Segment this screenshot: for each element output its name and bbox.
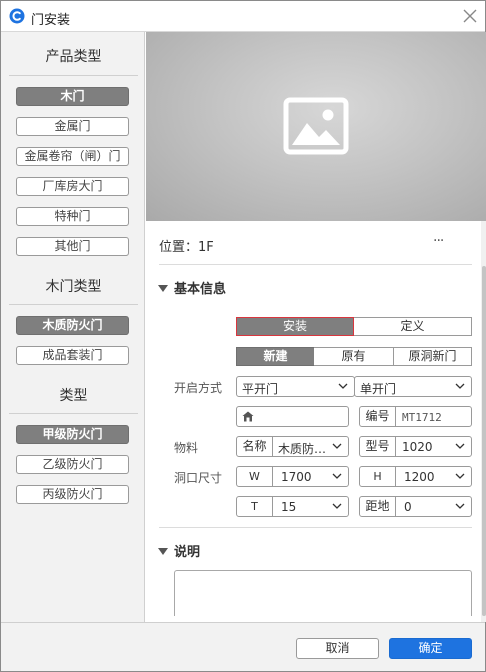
thickness-field[interactable]: T 15: [236, 496, 349, 517]
leaf-type-value: 单开门: [360, 382, 397, 396]
width-field[interactable]: W 1700: [236, 466, 349, 487]
code-field[interactable]: 编号 MT1712: [359, 406, 472, 427]
type-class-c[interactable]: 丙级防火门: [16, 485, 129, 504]
app-logo-icon: [9, 8, 25, 24]
product-type-warehouse-door[interactable]: 厂库房大门: [16, 177, 129, 196]
collapse-triangle-icon: [158, 285, 168, 292]
wood-type-kit-door[interactable]: 成品套装门: [16, 346, 129, 365]
description-header[interactable]: 说明: [158, 541, 200, 560]
divider: [159, 264, 472, 265]
open-type-value: 平开门: [242, 382, 279, 396]
product-type-special-door[interactable]: 特种门: [16, 207, 129, 226]
code-label: 编号: [360, 407, 396, 426]
description-title: 说明: [174, 545, 201, 560]
tab-existing-opening[interactable]: 原洞新门: [393, 347, 472, 366]
position-value: 1F: [198, 240, 214, 255]
tab-define[interactable]: 定义: [354, 317, 472, 336]
confirm-button[interactable]: 确定: [389, 638, 472, 659]
chevron-down-icon: [455, 473, 465, 479]
position-label: 位置：: [159, 240, 199, 255]
wood-door-type-heading: 木门类型: [45, 279, 102, 295]
product-type-other-door[interactable]: 其他门: [16, 237, 129, 256]
open-type-select[interactable]: 平开门: [236, 376, 355, 397]
chevron-down-icon: [455, 503, 465, 509]
cancel-button[interactable]: 取消: [296, 638, 379, 659]
position-more-button[interactable]: ···: [433, 233, 444, 249]
width-value: 1700: [281, 470, 312, 484]
sill-height-field[interactable]: 距地 0: [359, 496, 472, 517]
tab-install[interactable]: 安装: [236, 317, 354, 336]
material-name-value: 木质防…: [278, 442, 327, 456]
leaf-type-select[interactable]: 单开门: [354, 376, 472, 397]
room-field[interactable]: [236, 406, 349, 427]
opening-size-label: 洞口尺寸: [174, 471, 223, 485]
home-icon: [242, 411, 254, 422]
wood-type-fire-door[interactable]: 木质防火门: [16, 316, 129, 335]
tab-existing[interactable]: 原有: [314, 347, 394, 366]
sill-height-label: 距地: [360, 497, 396, 516]
type-heading: 类型: [59, 388, 88, 404]
model-label: 型号: [360, 437, 396, 456]
height-label: H: [360, 467, 396, 486]
collapse-triangle-icon: [158, 548, 168, 555]
thickness-value: 15: [281, 500, 297, 514]
close-icon[interactable]: [462, 8, 478, 24]
sill-height-value: 0: [404, 500, 412, 514]
thickness-label: T: [237, 497, 273, 516]
door-install-dialog: 门安装 产品类型 木门 金属门 金属卷帘（闸）门 厂库房大门 特种门 其他门 木…: [0, 0, 486, 672]
position-row: 位置：1F: [159, 236, 214, 255]
product-type-wood-door[interactable]: 木门: [16, 87, 129, 106]
chevron-down-icon: [332, 443, 342, 449]
chevron-down-icon: [455, 443, 465, 449]
divider: [9, 75, 138, 76]
product-type-heading: 产品类型: [45, 49, 102, 65]
divider: [9, 413, 138, 414]
divider: [159, 527, 472, 528]
chevron-down-icon: [455, 383, 465, 389]
material-label: 物料: [174, 441, 199, 455]
basic-info-header[interactable]: 基本信息: [158, 278, 226, 297]
dialog-title: 门安装: [31, 13, 71, 28]
code-value: MT1712: [402, 411, 442, 424]
scrollbar-thumb[interactable]: [482, 266, 486, 616]
basic-info-title: 基本信息: [174, 282, 227, 297]
product-type-rolling-door[interactable]: 金属卷帘（闸）门: [16, 147, 129, 166]
material-name-label: 名称: [237, 437, 273, 456]
tab-new[interactable]: 新建: [236, 347, 315, 366]
divider: [9, 304, 138, 305]
image-placeholder-icon: [283, 97, 349, 155]
type-class-a[interactable]: 甲级防火门: [16, 425, 129, 444]
height-field[interactable]: H 1200: [359, 466, 472, 487]
title-bar: 门安装: [1, 1, 485, 32]
height-value: 1200: [404, 470, 435, 484]
door-preview: [146, 32, 486, 221]
model-select[interactable]: 型号 1020: [359, 436, 472, 457]
model-value: 1020: [402, 440, 433, 454]
chevron-down-icon: [332, 503, 342, 509]
material-name-select[interactable]: 名称 木质防…: [236, 436, 349, 457]
chevron-down-icon: [332, 473, 342, 479]
product-type-metal-door[interactable]: 金属门: [16, 117, 129, 136]
description-textarea[interactable]: [174, 570, 472, 616]
chevron-down-icon: [338, 383, 348, 389]
open-mode-label: 开启方式: [174, 381, 223, 395]
width-label: W: [237, 467, 273, 486]
type-class-b[interactable]: 乙级防火门: [16, 455, 129, 474]
